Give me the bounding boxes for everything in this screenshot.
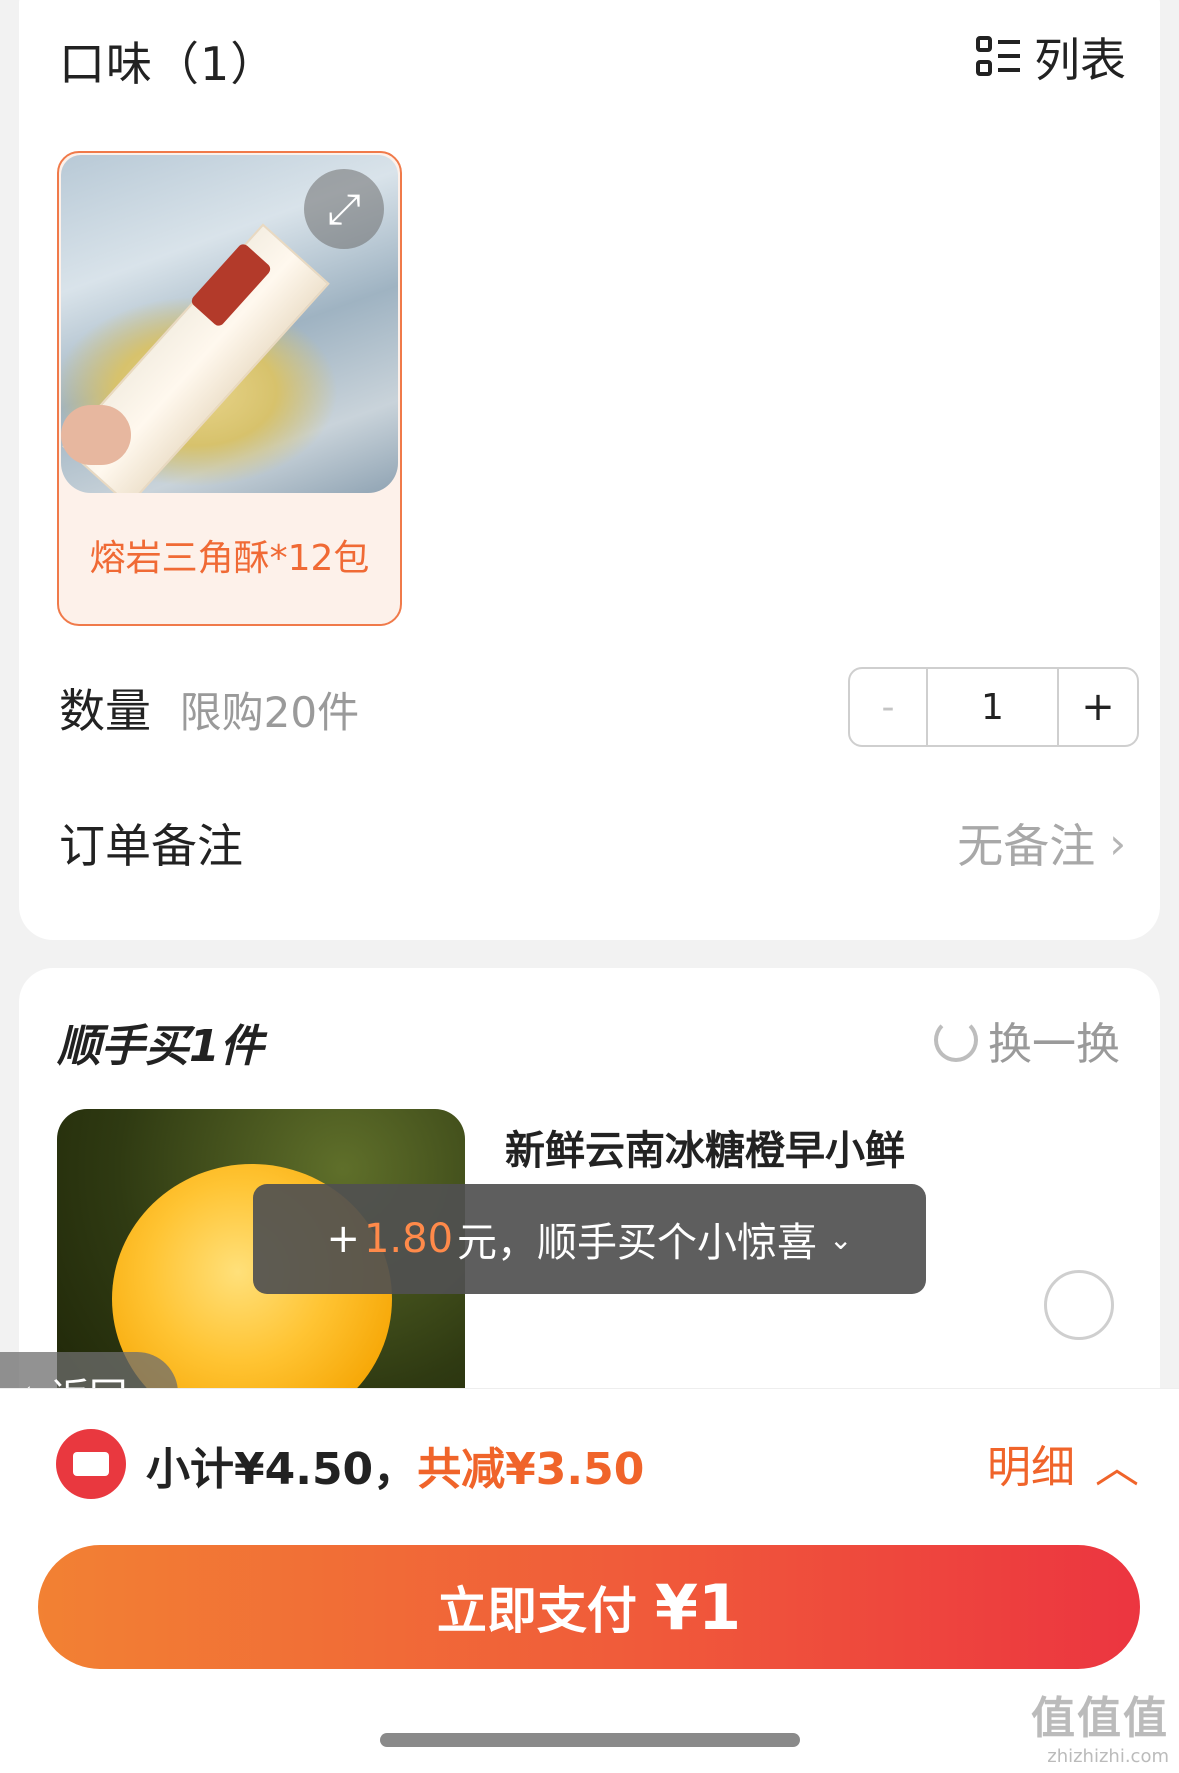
quantity-stepper[interactable]: - 1 + <box>848 667 1139 747</box>
toast-amount: 1.80 <box>363 1216 454 1262</box>
chevron-up-icon: ︿ <box>1095 1442 1139 1493</box>
pay-now-button[interactable]: 立即支付 ¥1 <box>38 1545 1140 1669</box>
checkout-bar: 小计¥4.50，共减¥3.50 明细 ︿ 立即支付 ¥1 值值值 zhizhiz… <box>0 1388 1179 1773</box>
list-toggle-label: 列表 <box>1034 33 1126 87</box>
expand-icon[interactable]: ⤢ <box>304 169 384 249</box>
quantity-label: 数量 <box>59 684 151 738</box>
increase-button[interactable]: + <box>1059 669 1137 745</box>
hand <box>61 405 131 465</box>
product-image[interactable]: ⤢ <box>61 155 398 493</box>
list-icon <box>976 34 1022 80</box>
coupon-icon <box>56 1429 126 1499</box>
chevron-right-icon: › <box>1109 818 1126 868</box>
order-note-label: 订单备注 <box>59 819 243 873</box>
price-summary: 小计¥4.50，共减¥3.50 <box>146 1433 644 1497</box>
detail-label: 明细 <box>987 1442 1075 1493</box>
subtotal-text: 小计¥4.50， <box>146 1444 418 1495</box>
refresh-label: 换一换 <box>988 1019 1120 1070</box>
flavor-section-title: 口味（1） <box>59 37 278 91</box>
price-detail-button[interactable]: 明细 ︿ <box>987 1431 1139 1495</box>
chevron-down-icon: ⌄ <box>829 1222 853 1256</box>
purchase-limit-text: 限购20件 <box>179 688 360 737</box>
order-note-selector[interactable]: 无备注 › <box>957 810 1126 876</box>
watermark-url: zhizhizhi.com <box>1047 1746 1169 1767</box>
product-options-card: 口味（1） 列表 ⤢ 熔岩三角酥*12包 数量 限购20件 - 1 + 订单备注… <box>19 0 1160 940</box>
flavor-option-label: 熔岩三角酥*12包 <box>89 538 370 579</box>
addon-card: 顺手买1件 换一换 新鲜云南冰糖橙早小鲜 <box>19 968 1160 1409</box>
toast-text: 元，顺手买个小惊喜 <box>457 1220 818 1266</box>
upsell-toast[interactable]: + 1.80 元，顺手买个小惊喜 ⌄ <box>253 1184 926 1294</box>
discount-text: 共减¥3.50 <box>417 1444 645 1495</box>
watermark: 值值值 zhizhizhi.com <box>1031 1682 1169 1767</box>
pay-amount: ¥1 <box>654 1570 742 1644</box>
list-view-toggle[interactable]: 列表 <box>976 24 1126 90</box>
order-note-value: 无备注 <box>957 819 1096 873</box>
decrease-button[interactable]: - <box>850 669 928 745</box>
home-indicator[interactable] <box>380 1733 800 1747</box>
flavor-option-card[interactable]: ⤢ 熔岩三角酥*12包 <box>57 151 402 626</box>
quantity-row: 数量 限购20件 <box>59 675 359 741</box>
addon-product-name[interactable]: 新鲜云南冰糖橙早小鲜 <box>505 1118 905 1176</box>
quantity-value[interactable]: 1 <box>928 669 1059 745</box>
toast-prefix: + <box>326 1216 360 1262</box>
refresh-button[interactable]: 换一换 <box>934 1008 1120 1072</box>
addon-select-radio[interactable] <box>1044 1270 1114 1340</box>
watermark-logo: 值值值 <box>1031 1693 1169 1744</box>
addon-section-title: 顺手买1件 <box>57 1021 264 1072</box>
pay-label: 立即支付 <box>436 1582 637 1640</box>
refresh-icon <box>934 1018 978 1062</box>
